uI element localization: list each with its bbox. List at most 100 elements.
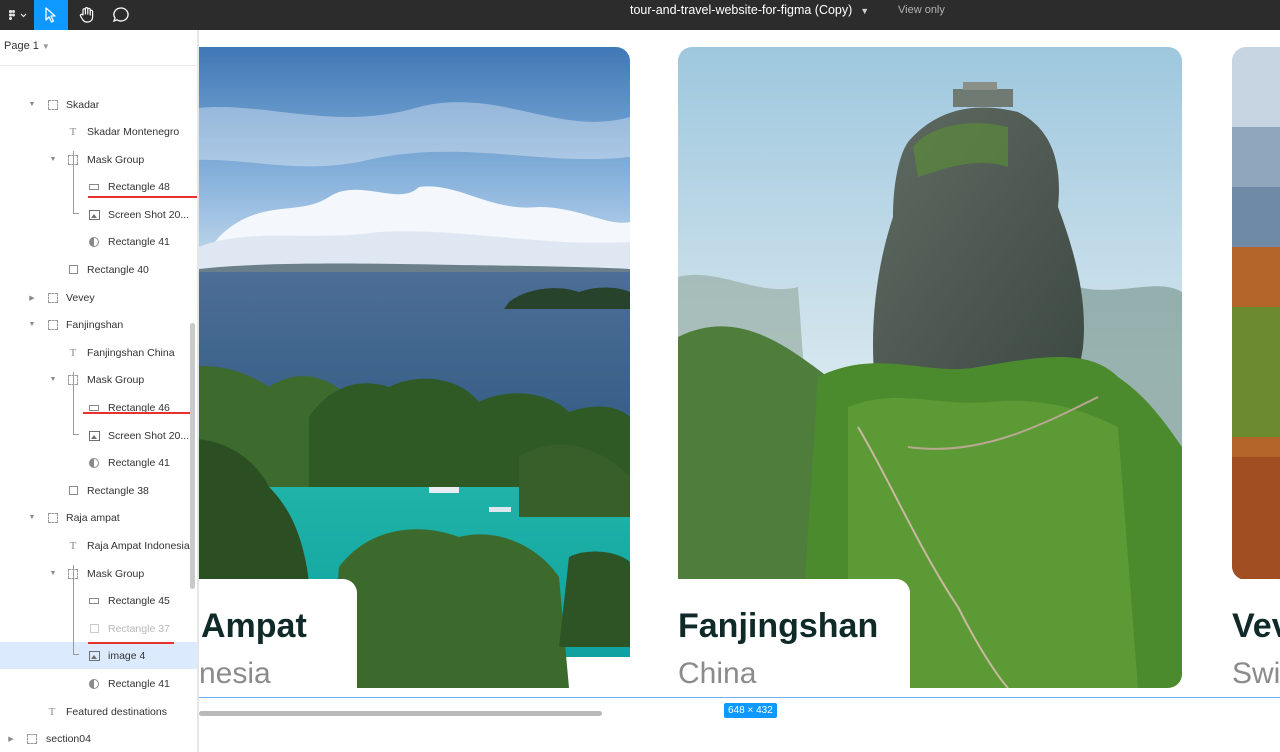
expand-arrow-icon[interactable]: ▼ <box>27 321 37 328</box>
mask-tree-line <box>73 565 74 654</box>
layer-name: Rectangle 45 <box>108 594 170 607</box>
expand-arrow-icon[interactable]: ▼ <box>48 570 58 577</box>
selection-outline <box>199 697 1280 698</box>
expand-arrow-icon[interactable]: ▶ <box>6 735 16 743</box>
layer-row[interactable]: ▶ Vevey <box>0 284 197 311</box>
layer-row[interactable]: Rectangle 41 <box>0 449 197 476</box>
layer-row[interactable]: Rectangle 41 <box>0 228 197 255</box>
panel-divider <box>0 65 197 66</box>
layer-row[interactable]: ▶ section04 <box>0 725 197 752</box>
expand-arrow-icon[interactable]: ▼ <box>48 156 58 163</box>
destination-subtitle: China <box>678 657 757 690</box>
layer-name: Rectangle 40 <box>87 263 149 276</box>
mask-underline <box>83 412 190 414</box>
layer-row[interactable]: Screen Shot 20... <box>0 422 197 449</box>
layer-name: Skadar <box>66 98 100 111</box>
mask-tree-line <box>73 213 79 214</box>
layer-row[interactable]: T Featured destinations <box>0 698 197 725</box>
layer-name: Screen Shot 20... <box>108 429 190 442</box>
destination-title: Vev <box>1232 607 1280 645</box>
expand-arrow-icon[interactable]: ▼ <box>48 376 58 383</box>
layer-name: Screen Shot 20... <box>108 208 190 221</box>
layer-row[interactable]: Rectangle 38 <box>0 477 197 504</box>
layer-row[interactable]: Rectangle 41 <box>0 670 197 697</box>
layer-name: image 4 <box>108 649 146 662</box>
layers-panel: Page 1 ▼ ▼ Skadar T Skadar Montenegro ▼ M… <box>0 30 198 752</box>
destination-subtitle: Swi <box>1232 657 1280 690</box>
file-title-text: tour-and-travel-website-for-figma (Copy) <box>630 3 853 17</box>
square-icon <box>88 623 100 635</box>
layer-name: Raja ampat <box>66 511 120 524</box>
frame-icon <box>47 319 59 331</box>
mask-tree-line <box>73 654 79 655</box>
layer-name: Mask Group <box>87 567 145 580</box>
file-title[interactable]: tour-and-travel-website-for-figma (Copy)… <box>630 0 869 30</box>
expand-arrow-icon[interactable]: ▼ <box>27 514 37 521</box>
layer-row[interactable]: ▼ Raja ampat <box>0 504 197 531</box>
mask-ellipse-icon <box>88 678 100 690</box>
layer-row[interactable]: Rectangle 45 <box>0 587 197 614</box>
layer-row[interactable]: T Skadar Montenegro <box>0 118 197 145</box>
design-canvas[interactable]: Ampat nesia Fanjingshan China Vev Swi 64… <box>199 30 1280 752</box>
layer-row-selected[interactable]: image 4 <box>0 642 197 669</box>
mask-underline <box>88 196 197 198</box>
layers-scrollbar[interactable] <box>190 323 195 589</box>
layer-name: Rectangle 37 <box>108 622 170 635</box>
mask-ellipse-icon <box>88 236 100 248</box>
text-layer-icon: T <box>69 539 77 552</box>
mask-ellipse-icon <box>88 457 100 469</box>
layer-row[interactable]: ▼ Fanjingshan <box>0 311 197 338</box>
image-icon <box>88 430 100 442</box>
layer-row[interactable]: T Fanjingshan China <box>0 339 197 366</box>
expand-arrow-icon[interactable]: ▼ <box>27 101 37 108</box>
layer-name: Rectangle 41 <box>108 235 170 248</box>
figma-menu-button[interactable] <box>0 0 34 30</box>
layer-row[interactable]: Rectangle 46 <box>0 394 197 421</box>
comment-tool-button[interactable] <box>104 0 138 30</box>
rectangle-icon <box>88 595 100 607</box>
chevron-down-icon: ▼ <box>860 6 870 16</box>
layer-name: Rectangle 48 <box>108 180 170 193</box>
move-tool-icon <box>45 7 56 23</box>
comment-icon <box>112 7 129 23</box>
layer-row[interactable]: Screen Shot 20... <box>0 201 197 228</box>
layer-name: Fanjingshan <box>66 318 124 331</box>
canvas-horizontal-scrollbar[interactable] <box>199 711 602 716</box>
move-tool-button[interactable] <box>34 0 68 30</box>
page-selector[interactable]: Page 1 ▼ <box>4 40 50 52</box>
layer-name: Rectangle 41 <box>108 456 170 469</box>
text-layer-icon: T <box>48 705 56 718</box>
layer-row[interactable]: Rectangle 37 <box>0 615 197 642</box>
text-layer-icon: T <box>69 346 77 359</box>
page-name: Page 1 <box>4 40 39 52</box>
layer-row[interactable]: ▼ Mask Group <box>0 146 197 173</box>
layer-name: Raja Ampat Indonesia <box>87 539 190 552</box>
vevey-photo <box>1232 47 1280 580</box>
vevey-image[interactable] <box>1232 47 1280 580</box>
frame-icon <box>26 733 38 745</box>
frame-icon <box>47 292 59 304</box>
layer-name: Mask Group <box>87 153 145 166</box>
layer-row[interactable]: Rectangle 40 <box>0 256 197 283</box>
square-icon <box>67 264 79 276</box>
image-icon <box>88 650 100 662</box>
layer-row[interactable]: ▼ Mask Group <box>0 560 197 587</box>
layer-row[interactable]: T Raja Ampat Indonesia <box>0 532 197 559</box>
card-label: Ampat nesia <box>199 579 357 699</box>
chevron-down-icon: ▼ <box>41 42 50 51</box>
square-icon <box>67 485 79 497</box>
dimension-badge: 648 × 432 <box>724 703 777 718</box>
hand-tool-button[interactable] <box>70 0 104 30</box>
mask-underline <box>88 642 174 644</box>
destination-title: Fanjingshan <box>678 607 879 645</box>
destination-title: Ampat <box>201 607 307 645</box>
card-label: Vev Swi <box>1232 579 1280 699</box>
card-label: Fanjingshan China <box>678 579 910 699</box>
layer-row[interactable]: ▼ Skadar <box>0 91 197 118</box>
hand-tool-icon <box>79 7 94 23</box>
expand-arrow-icon[interactable]: ▶ <box>27 294 37 302</box>
toolbar: tour-and-travel-website-for-figma (Copy)… <box>0 0 1280 30</box>
layer-row[interactable]: ▼ Mask Group <box>0 366 197 393</box>
layer-name: Mask Group <box>87 373 145 386</box>
frame-icon <box>47 512 59 524</box>
